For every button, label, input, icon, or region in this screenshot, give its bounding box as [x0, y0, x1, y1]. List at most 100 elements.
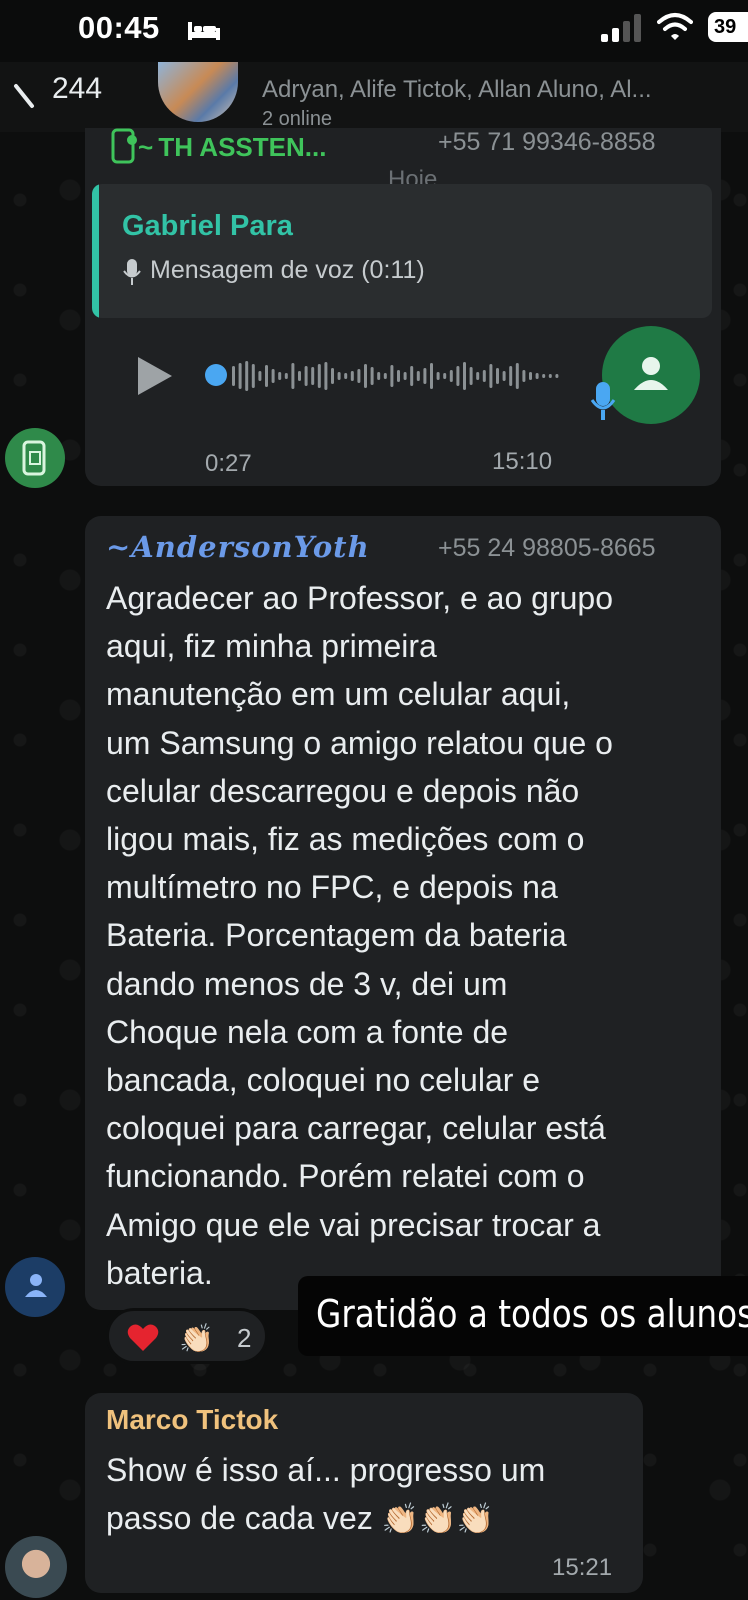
waveform-bar	[311, 367, 315, 385]
waveform-bar	[430, 363, 433, 389]
waveform-bar	[522, 370, 526, 382]
message-line: passo de cada vez 👏🏻👏🏻👏🏻	[106, 1494, 545, 1544]
group-members[interactable]: Adryan, Alife Tictok, Allan Aluno, Al...	[262, 76, 652, 104]
heart-reaction-icon	[127, 1324, 159, 1351]
message-line: Agradecer ao Professor, e ao grupo	[106, 580, 613, 616]
waveform-bar	[251, 364, 255, 388]
message-line: funcionando. Porém relatei com o	[106, 1158, 585, 1195]
waveform-bar	[284, 373, 288, 379]
message-line: um Samsung o amigo relatou que o	[106, 724, 613, 761]
waveform-bar	[476, 372, 480, 380]
waveform-bar	[337, 372, 341, 380]
waveform-bar	[245, 361, 249, 391]
sender-avatar[interactable]	[5, 428, 65, 488]
waveform-bar	[390, 365, 394, 387]
sleep-focus-icon	[188, 22, 220, 40]
sender-phone: +55 71 99346-8858	[438, 128, 656, 156]
message-line: multímetro no FPC, e depois na	[106, 869, 558, 906]
waveform-bar	[449, 370, 453, 382]
sender-name[interactable]: ~ TH ASSTEN...	[110, 128, 326, 164]
story-caption: Gratidão a todos os alunos	[298, 1276, 748, 1356]
wifi-icon	[657, 13, 693, 40]
quoted-sender: Gabriel Para	[122, 210, 293, 242]
waveform-bar	[298, 371, 301, 381]
message-line: bancada, coloquei no celular e	[106, 1062, 541, 1099]
message-text: Agradecer ao Professor, e ao grupo aqui,…	[106, 574, 716, 1297]
waveform-bar	[548, 374, 552, 378]
chat-header[interactable]: 244 Adryan, Alife Tictok, Allan Aluno, A…	[0, 62, 748, 132]
waveform-bar	[403, 372, 407, 380]
message-line: coloquei para carregar, celular está	[106, 1110, 606, 1147]
waveform-bar	[331, 368, 334, 384]
signal-icon	[601, 14, 641, 42]
waveform-bar	[535, 373, 539, 379]
message-line: Amigo que ele vai precisar trocar a	[106, 1206, 601, 1243]
message-text: Show é isso aí... progresso um passo de …	[106, 1446, 545, 1544]
waveform-bar	[410, 366, 414, 386]
waveform-bar	[456, 366, 460, 386]
quoted-message[interactable]: Gabriel Para Mensagem de voz (0:11)	[92, 184, 712, 318]
waveform-bar	[364, 364, 367, 388]
sender-avatar[interactable]	[5, 1536, 67, 1598]
waveform-bar	[232, 366, 235, 386]
waveform-bar	[443, 373, 447, 379]
waveform-bar	[542, 374, 546, 378]
quote-accent-bar	[92, 184, 99, 318]
waveform-bar	[271, 369, 275, 383]
message-line: Choque nela com a fonte de	[106, 1013, 509, 1050]
sender-avatar[interactable]	[5, 1257, 65, 1317]
waveform-bar	[509, 366, 513, 386]
sender-name[interactable]: Marco Tictok	[106, 1404, 278, 1436]
message-line: Show é isso aí... progresso um	[106, 1452, 546, 1488]
audio-waveform[interactable]	[232, 358, 562, 394]
clap-reaction-icon: 👏🏻	[179, 1323, 214, 1354]
message-line: aqui, fiz minha primeira	[106, 628, 437, 665]
waveform-bar	[515, 363, 519, 389]
waveform-bar	[463, 362, 466, 390]
waveform-bar	[436, 372, 440, 380]
waveform-bar	[423, 368, 427, 384]
phone-logo-icon	[111, 128, 137, 164]
waveform-bar	[469, 367, 473, 385]
clap-emoji-icon: 👏🏻👏🏻👏🏻	[381, 1503, 494, 1536]
sender-phone: +55 24 98805-8665	[438, 534, 656, 562]
sender-name[interactable]: ~AndersonYoth	[106, 530, 370, 564]
waveform-bar	[370, 367, 374, 385]
reaction-count: 2	[237, 1323, 252, 1353]
status-time: 00:45	[78, 10, 160, 45]
voice-mic-icon	[590, 382, 616, 420]
voice-duration: 0:27	[205, 450, 252, 477]
waveform-bar	[324, 362, 328, 390]
waveform-bar	[377, 372, 381, 380]
unread-count[interactable]: 244	[52, 72, 102, 106]
message-reactions[interactable]: 👏🏻 2	[106, 1308, 268, 1364]
audio-progress-handle[interactable]	[205, 364, 227, 386]
waveform-bar	[258, 371, 262, 381]
waveform-bar	[350, 371, 354, 381]
person-icon	[25, 1274, 47, 1297]
waveform-bar	[344, 373, 348, 379]
message-line: dando menos de 3 v, dei um	[106, 965, 508, 1002]
waveform-bar	[397, 370, 400, 382]
waveform-bar	[555, 374, 559, 378]
message-time: 15:21	[552, 1554, 613, 1581]
waveform-bar	[416, 371, 420, 381]
message-time: 15:10	[492, 448, 553, 475]
waveform-bar	[304, 366, 308, 386]
waveform-bar	[238, 363, 242, 389]
waveform-bar	[383, 373, 387, 379]
waveform-bar	[502, 371, 506, 381]
message-line: ligou mais, fiz as medições com o	[106, 821, 585, 858]
microphone-icon	[123, 259, 141, 285]
waveform-bar	[489, 364, 493, 388]
play-icon[interactable]	[136, 355, 174, 397]
message-line: celular descarregou e depois não	[106, 772, 580, 809]
voice-sender-avatar[interactable]	[602, 326, 700, 424]
quoted-text: Mensagem de voz (0:11)	[150, 256, 425, 284]
caption-text: Gratidão a todos os alunos	[316, 1292, 748, 1336]
group-avatar[interactable]	[158, 62, 238, 122]
waveform-bar	[317, 364, 321, 388]
waveform-bar	[482, 370, 486, 382]
back-arrow-icon[interactable]	[10, 80, 38, 110]
message-line: Bateria. Porcentagem da bateria	[106, 917, 567, 954]
